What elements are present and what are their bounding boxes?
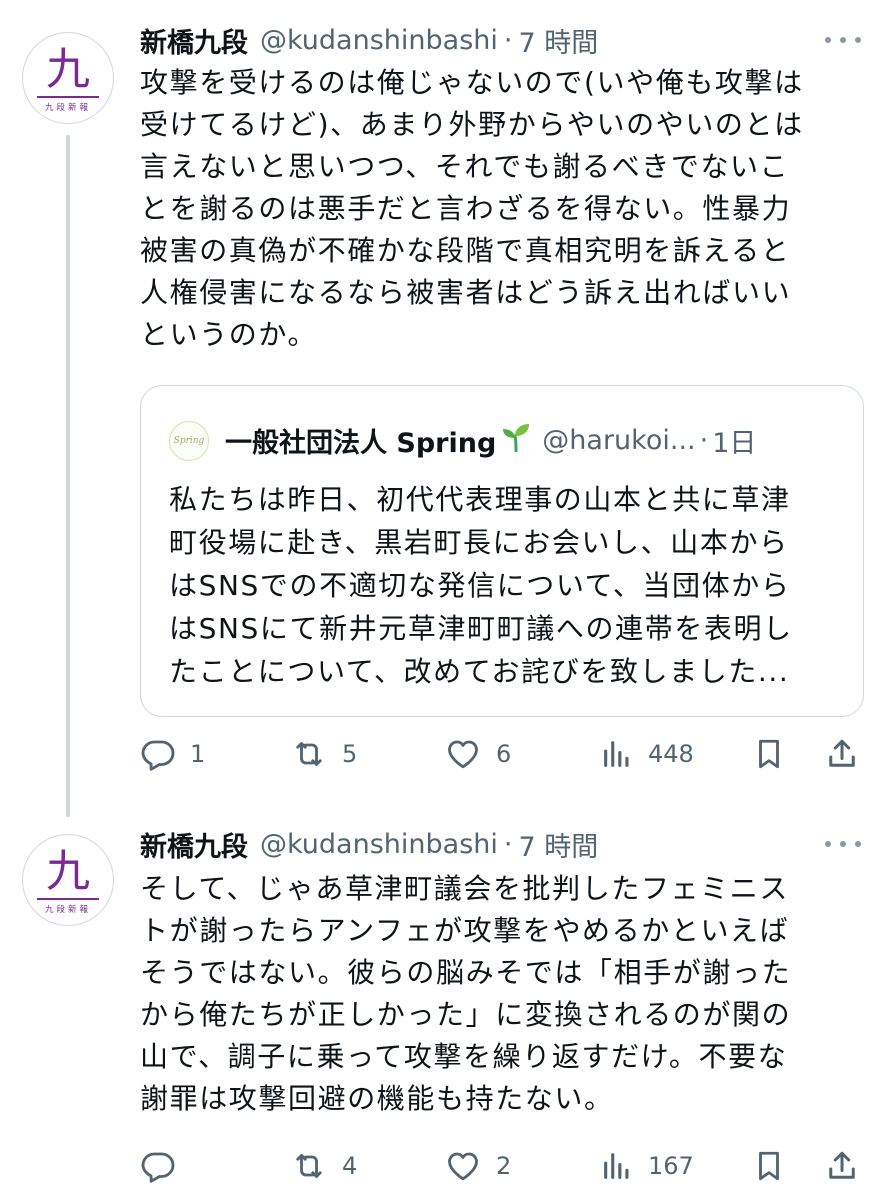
quote-avatar-logo-text: Spring [173,436,205,446]
quote-header: 一般社団法人 Spring @harukoi... · 1日 [225,418,756,462]
like-button[interactable]: 2 [444,1142,511,1190]
tweet-text: そして、じゃあ草津町議会を批判したフェミニス トが謝ったらアンフェが攻撃をやめる… [140,872,792,1115]
views-icon [600,1148,634,1184]
views-button[interactable]: 448 [600,730,694,778]
tweet-header: 新橋九段 @kudanshinbashi · 7 時間 [140,20,598,60]
bookmark-button[interactable] [752,730,786,778]
tweet-timestamp[interactable]: 7 時間 [518,825,598,864]
tweet-actions: 4 2 167 [0,1142,885,1190]
reply-button[interactable]: 1 [140,730,205,778]
quote-avatar[interactable]: Spring [169,421,209,461]
like-count: 2 [496,1152,512,1180]
reply-count: 1 [190,740,206,768]
more-icon[interactable] [825,834,861,854]
seedling-icon [502,422,530,459]
quote-author-name[interactable]: 一般社団法人 Spring [225,421,496,460]
share-icon [824,1148,860,1184]
tweet-2[interactable]: 九 九段新報 新橋九段 @kudanshinbashi · 7 時間 そして、じ… [0,800,885,1200]
avatar-logo-subtitle: 九段新報 [44,103,91,113]
author-handle[interactable]: @kudanshinbashi [260,829,498,860]
avatar[interactable]: 九 九段新報 [22,32,114,124]
reply-icon [140,1148,176,1184]
quote-timestamp[interactable]: 1日 [712,421,756,460]
like-count: 6 [496,740,512,768]
views-icon [600,736,634,772]
bookmark-icon [752,1148,786,1184]
separator-dot: · [503,24,513,56]
author-name[interactable]: 新橋九段 [140,21,248,60]
repost-count: 5 [342,740,358,768]
like-button[interactable]: 6 [444,730,511,778]
views-button[interactable]: 167 [600,1142,694,1190]
tweet-actions: 1 5 6 448 [0,730,885,778]
avatar[interactable]: 九 九段新報 [22,834,114,926]
tweet-text: 攻撃を受けるのは俺じゃないので(いや俺も攻撃は 受けてるけど)、あまり外野からや… [140,66,804,351]
bookmark-button[interactable] [752,1142,786,1190]
repost-button[interactable]: 4 [290,1142,357,1190]
tweet-1[interactable]: 九 九段新報 新橋九段 @kudanshinbashi · 7 時間 攻撃を受け… [0,0,885,800]
share-button[interactable] [824,1142,860,1190]
share-button[interactable] [824,730,860,778]
separator-dot: · [503,828,513,860]
repost-count: 4 [342,1152,358,1180]
views-count: 167 [648,1152,694,1180]
avatar-logo-kanji: 九 [46,44,90,95]
like-icon [444,1148,482,1184]
bookmark-icon [752,736,786,772]
like-icon [444,736,482,772]
quote-tweet-card[interactable]: Spring 一般社団法人 Spring @harukoi... · 1日 私た… [140,385,864,717]
views-count: 448 [648,740,694,768]
avatar-logo-rule [37,898,99,900]
separator-dot: · [699,424,709,456]
more-icon[interactable] [825,30,861,50]
avatar-logo-subtitle: 九段新報 [44,905,91,915]
repost-icon [290,1148,328,1184]
tweet-timestamp[interactable]: 7 時間 [518,21,598,60]
author-handle[interactable]: @kudanshinbashi [260,25,498,56]
repost-icon [290,736,328,772]
avatar-logo-kanji: 九 [46,846,90,897]
avatar-logo-rule [37,96,99,98]
quote-text: 私たちは昨日、初代代表理事の山本と共に草津 町役場に赴き、黒岩町長にお会いし、山… [169,483,793,688]
tweet-header: 新橋九段 @kudanshinbashi · 7 時間 [140,824,598,864]
share-icon [824,736,860,772]
reply-button[interactable] [140,1142,190,1190]
reply-icon [140,736,176,772]
quote-author-handle[interactable]: @harukoi... [542,425,695,456]
author-name[interactable]: 新橋九段 [140,825,248,864]
repost-button[interactable]: 5 [290,730,357,778]
